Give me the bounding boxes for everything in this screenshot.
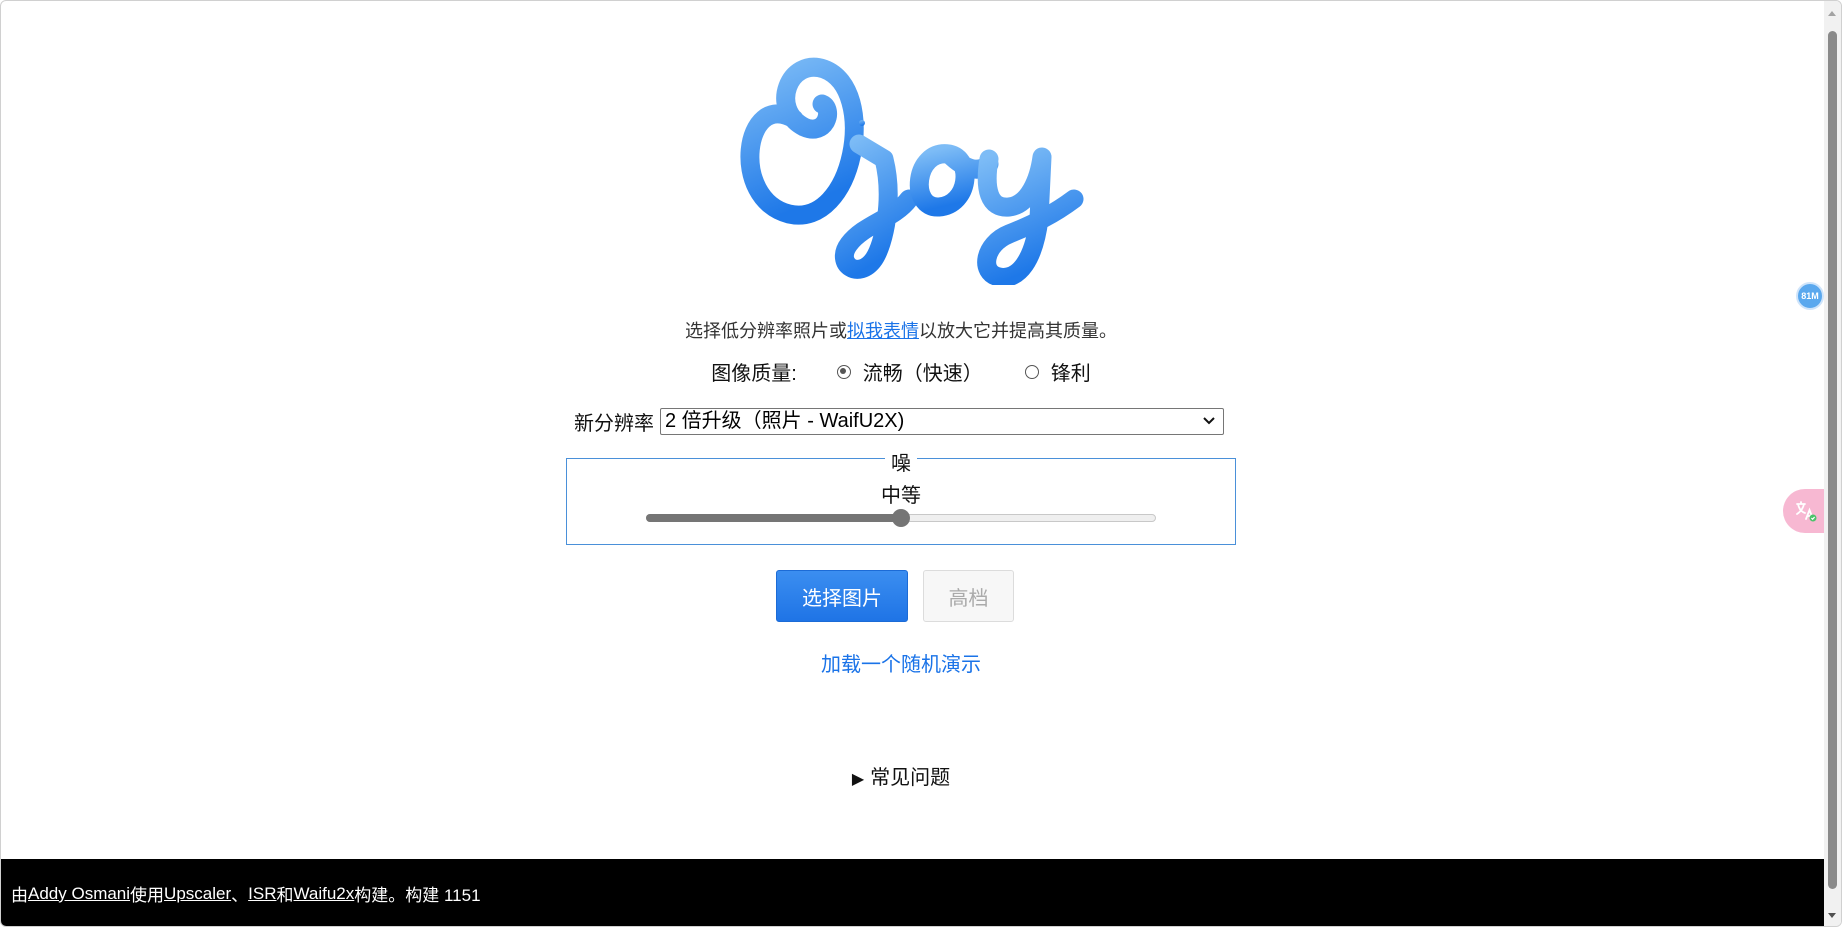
resolution-select[interactable]: 2 倍升级（照片 - WaifU2X) bbox=[660, 408, 1224, 435]
upscale-button[interactable]: 高档 bbox=[923, 570, 1014, 622]
image-quality-group: 图像质量: 流畅（快速） 锋利 bbox=[1, 357, 1801, 386]
resolution-group: 新分辨率 2 倍升级（照片 - WaifU2X) bbox=[574, 407, 1224, 436]
memoji-link[interactable]: 拟我表情 bbox=[847, 321, 919, 341]
quality-option-smooth[interactable]: 流畅（快速） bbox=[836, 357, 983, 386]
tagline-prefix: 选择低分辨率照片或 bbox=[685, 321, 847, 341]
scroll-up-arrow-icon[interactable] bbox=[1828, 11, 1836, 16]
image-quality-label: 图像质量: bbox=[711, 363, 797, 385]
faq-summary[interactable]: ▶ 常见问题 bbox=[1, 761, 1801, 790]
author-link[interactable]: Addy Osmani bbox=[28, 884, 130, 904]
app-logo bbox=[734, 49, 1106, 287]
noise-slider-fill bbox=[646, 514, 901, 522]
quality-option-sharp[interactable]: 锋利 bbox=[1024, 357, 1091, 386]
scroll-down-arrow-icon[interactable] bbox=[1828, 913, 1836, 918]
tagline: 选择低分辨率照片或拟我表情以放大它并提高其质量。 bbox=[1, 317, 1801, 343]
scrollbar-thumb[interactable] bbox=[1828, 31, 1837, 889]
select-image-button[interactable]: 选择图片 bbox=[776, 570, 908, 622]
disclosure-triangle-icon: ▶ bbox=[851, 771, 865, 788]
translate-tab[interactable] bbox=[1783, 489, 1827, 533]
noise-slider[interactable] bbox=[646, 509, 1156, 527]
browser-page: 选择低分辨率照片或拟我表情以放大它并提高其质量。 图像质量: 流畅（快速） 锋利… bbox=[0, 0, 1842, 927]
quality-option-smooth-label: 流畅（快速） bbox=[862, 363, 983, 385]
radio-sharp[interactable] bbox=[1024, 364, 1039, 379]
upscaler-link[interactable]: Upscaler bbox=[164, 884, 231, 904]
radio-smooth[interactable] bbox=[836, 364, 851, 379]
waifu2x-link[interactable]: Waifu2x bbox=[293, 884, 354, 904]
resolution-label: 新分辨率 bbox=[574, 413, 654, 435]
translate-icon bbox=[1796, 501, 1817, 522]
tagline-suffix: 以放大它并提高其质量。 bbox=[919, 321, 1117, 341]
footer-using: 使用 bbox=[130, 886, 165, 905]
isr-link[interactable]: ISR bbox=[248, 884, 276, 904]
noise-legend-text: 噪 bbox=[885, 453, 917, 475]
extension-badge[interactable]: 81M bbox=[1796, 282, 1824, 310]
faq-label: 常见问题 bbox=[870, 767, 951, 789]
chevron-down-icon bbox=[1203, 417, 1215, 425]
main-content: 选择低分辨率照片或拟我表情以放大它并提高其质量。 图像质量: 流畅（快速） 锋利… bbox=[1, 1, 1825, 859]
random-demo-link-text[interactable]: 加载一个随机演示 bbox=[821, 654, 981, 676]
random-demo-link[interactable]: 加载一个随机演示 bbox=[1, 648, 1801, 677]
footer-build: 构建。构建 1151 bbox=[354, 886, 481, 905]
footer-by: 由 bbox=[11, 886, 28, 905]
noise-value-label: 中等 bbox=[881, 485, 921, 507]
resolution-selected-value: 2 倍升级（照片 - WaifU2X) bbox=[665, 410, 905, 432]
noise-fieldset: 噪 中等 bbox=[566, 453, 1236, 545]
footer: 由 Addy Osmani 使用 Upscaler、 ISR 和 Waifu2x … bbox=[1, 859, 1825, 926]
page-scrollbar[interactable] bbox=[1824, 1, 1841, 926]
footer-and: 和 bbox=[276, 886, 294, 905]
logo-script-icon bbox=[740, 57, 1084, 287]
quality-option-sharp-label: 锋利 bbox=[1050, 363, 1091, 385]
noise-legend: 噪 bbox=[567, 447, 1235, 476]
action-buttons: 选择图片 高档 bbox=[776, 570, 1014, 622]
footer-sep: 、 bbox=[231, 886, 249, 905]
noise-slider-thumb[interactable] bbox=[892, 509, 910, 527]
